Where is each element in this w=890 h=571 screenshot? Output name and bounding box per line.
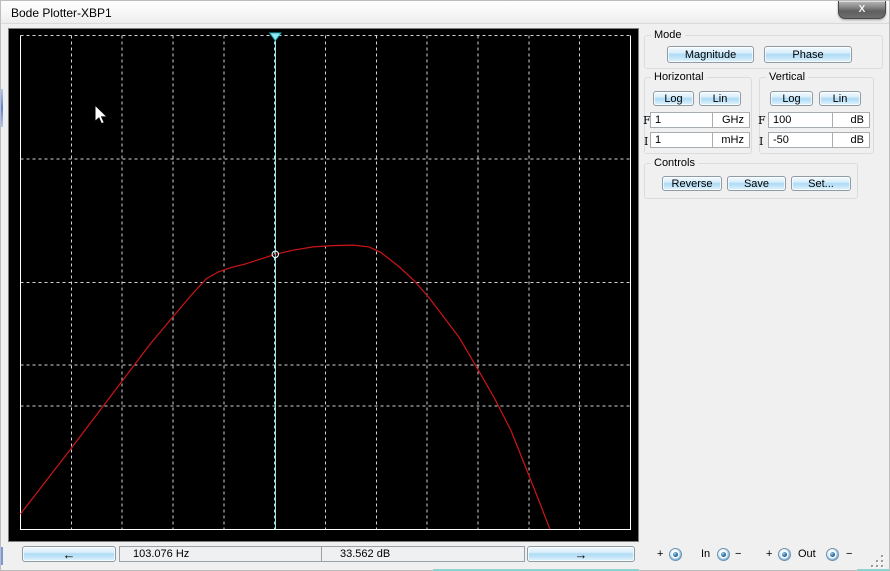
set-button[interactable]: Set... — [791, 176, 851, 191]
cursor-left-button[interactable]: ← — [22, 546, 116, 562]
vertical-i-label: I — [759, 135, 763, 148]
save-button[interactable]: Save — [727, 176, 786, 191]
controls-group-label: Controls — [651, 157, 698, 169]
vertical-lin-label: Lin — [833, 93, 848, 105]
vertical-f-label: F — [758, 114, 766, 127]
horizontal-lin-button[interactable]: Lin — [699, 91, 741, 106]
vertical-log-button[interactable]: Log — [770, 91, 813, 106]
horizontal-initial-unit: mHz — [712, 132, 750, 148]
plot-background — [9, 29, 638, 541]
horizontal-lin-label: Lin — [713, 93, 728, 105]
out-minus-terminal-icon — [826, 548, 839, 561]
right-arrow-icon: → — [575, 548, 588, 561]
vertical-initial-unit: dB — [832, 132, 870, 148]
in-label: In — [701, 548, 710, 560]
close-button[interactable]: X — [838, 1, 886, 19]
horizontal-initial-input[interactable] — [650, 132, 713, 148]
magnitude-button-label: Magnitude — [685, 49, 736, 61]
window-title: Bode Plotter-XBP1 — [11, 6, 112, 20]
save-button-label: Save — [744, 178, 769, 190]
edge-artifact — [1, 89, 3, 127]
mode-group-label: Mode — [651, 29, 685, 41]
vertical-lin-button[interactable]: Lin — [819, 91, 861, 106]
in-terminal-group: + In − — [657, 547, 747, 563]
out-minus-label: − — [846, 548, 852, 560]
reverse-button-label: Reverse — [672, 178, 713, 190]
in-minus-label: − — [735, 548, 741, 560]
title-bar[interactable]: Bode Plotter-XBP1 X — [1, 1, 889, 24]
cursor-gain-readout: 33.562 dB — [321, 546, 525, 562]
edge-artifact — [1, 547, 3, 565]
vertical-final-input[interactable] — [768, 112, 833, 128]
phase-button-label: Phase — [792, 49, 823, 61]
horizontal-log-button[interactable]: Log — [653, 91, 694, 106]
horizontal-group-label: Horizontal — [651, 71, 707, 83]
horizontal-final-unit: GHz — [712, 112, 750, 128]
set-button-label: Set... — [808, 178, 834, 190]
bode-plotter-window: Bode Plotter-XBP1 X Mode Magnitude Phase… — [0, 0, 890, 571]
cursor-curve-marker — [272, 251, 278, 257]
reverse-button[interactable]: Reverse — [662, 176, 722, 191]
frequency-value: 103.076 Hz — [133, 548, 189, 560]
plot-panel — [8, 28, 639, 542]
vertical-group-label: Vertical — [766, 71, 808, 83]
bode-plot-canvas — [9, 29, 638, 541]
vertical-initial-input[interactable] — [768, 132, 833, 148]
cursor-right-button[interactable]: → — [527, 546, 635, 562]
out-terminal-group: + Out − — [766, 547, 861, 563]
close-icon: X — [859, 4, 866, 15]
vertical-final-unit: dB — [832, 112, 870, 128]
in-plus-terminal-icon — [669, 548, 682, 561]
out-plus-terminal-icon — [778, 548, 791, 561]
out-label: Out — [798, 548, 816, 560]
in-plus-label: + — [657, 548, 663, 560]
magnitude-button[interactable]: Magnitude — [667, 46, 754, 63]
horizontal-log-label: Log — [664, 93, 682, 105]
horizontal-i-label: I — [644, 135, 648, 148]
gain-value: 33.562 dB — [340, 548, 390, 560]
out-plus-label: + — [766, 548, 772, 560]
left-arrow-icon: ← — [63, 548, 76, 561]
vertical-log-label: Log — [782, 93, 800, 105]
phase-button[interactable]: Phase — [764, 46, 852, 63]
cursor-frequency-readout: 103.076 Hz — [119, 546, 322, 562]
in-minus-terminal-icon — [717, 548, 730, 561]
horizontal-final-input[interactable] — [650, 112, 713, 128]
